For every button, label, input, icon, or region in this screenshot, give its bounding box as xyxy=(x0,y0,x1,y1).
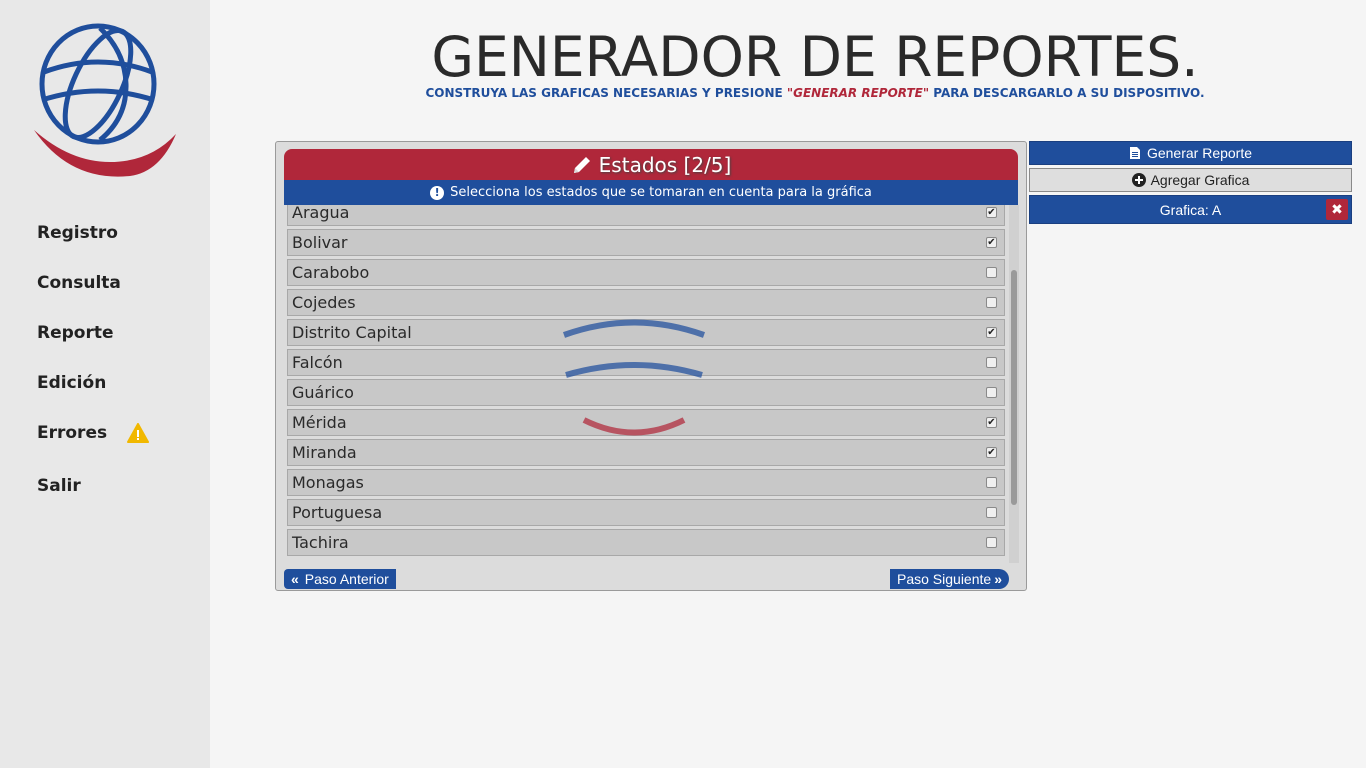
state-name: Tachira xyxy=(292,533,349,552)
state-checkbox[interactable]: ✔ xyxy=(986,417,997,428)
state-row[interactable]: Falcón xyxy=(287,349,1005,376)
close-icon: ✖ xyxy=(1331,201,1343,217)
state-name: Aragua xyxy=(292,205,350,222)
states-panel: Estados [2/5] ! Selecciona los estados q… xyxy=(275,141,1027,591)
plus-circle-icon xyxy=(1131,173,1146,187)
state-name: Mérida xyxy=(292,413,347,432)
add-chart-label: Agregar Grafica xyxy=(1150,172,1250,188)
chart-item[interactable]: Grafica: A ✖ xyxy=(1029,195,1352,224)
state-checkbox[interactable] xyxy=(986,387,997,398)
state-name: Carabobo xyxy=(292,263,370,282)
page-subtitle: CONSTRUYA LAS GRAFICAS NECESARIAS Y PRES… xyxy=(420,86,1210,100)
state-checkbox[interactable] xyxy=(986,477,997,488)
prev-step-button[interactable]: « Paso Anterior xyxy=(284,569,396,589)
states-list: Aragua ✔ Bolivar ✔ Carabobo Cojedes Distrito C… xyxy=(287,205,1005,559)
delete-chart-button[interactable]: ✖ xyxy=(1326,199,1348,220)
state-checkbox[interactable] xyxy=(986,507,997,518)
add-chart-button[interactable]: Agregar Grafica xyxy=(1029,168,1352,192)
generate-report-label: Generar Reporte xyxy=(1146,145,1253,161)
state-checkbox[interactable]: ✔ xyxy=(986,207,997,218)
warning-icon xyxy=(127,423,150,443)
subtitle-text: PARA DESCARGARLO A SU DISPOSITIVO. xyxy=(929,86,1205,100)
state-checkbox[interactable] xyxy=(986,357,997,368)
double-chevron-right-icon: » xyxy=(994,571,1002,587)
nav-label: Consulta xyxy=(37,273,121,293)
state-row[interactable]: Miranda ✔ xyxy=(287,439,1005,466)
list-scrollbar[interactable] xyxy=(1009,205,1019,563)
panel-title: Estados [2/5] xyxy=(598,152,732,177)
nav-registro[interactable]: Registro xyxy=(37,220,149,246)
state-name: Monagas xyxy=(292,473,364,492)
panel-info: ! Selecciona los estados que se tomaran … xyxy=(284,180,1018,205)
state-checkbox[interactable]: ✔ xyxy=(986,327,997,338)
state-row[interactable]: Tachira xyxy=(287,529,1005,556)
nav-reporte[interactable]: Reporte xyxy=(37,320,149,346)
state-name: Cojedes xyxy=(292,293,356,312)
subtitle-text: CONSTRUYA LAS GRAFICAS NECESARIAS Y PRES… xyxy=(425,86,787,100)
state-row[interactable]: Cojedes xyxy=(287,289,1005,316)
generate-report-button[interactable]: Generar Reporte xyxy=(1029,141,1352,165)
pencil-icon xyxy=(573,156,590,173)
state-checkbox[interactable] xyxy=(986,537,997,548)
nav-label: Edición xyxy=(37,373,107,393)
next-step-button[interactable]: Paso Siguiente » xyxy=(890,569,1009,589)
panel-info-text: Selecciona los estados que se tomaran en… xyxy=(450,185,872,200)
nav-label: Registro xyxy=(37,223,118,243)
state-name: Bolivar xyxy=(292,233,348,252)
nav-consulta[interactable]: Consulta xyxy=(37,270,149,296)
state-row[interactable]: Portuguesa xyxy=(287,499,1005,526)
state-row[interactable]: Distrito Capital ✔ xyxy=(287,319,1005,346)
exclamation-circle-icon: ! xyxy=(430,185,445,200)
double-chevron-left-icon: « xyxy=(291,571,299,587)
globe-logo-icon xyxy=(34,23,176,177)
state-name: Guárico xyxy=(292,383,354,402)
nav-label: Errores xyxy=(37,423,108,443)
state-row[interactable]: Carabobo xyxy=(287,259,1005,286)
state-name: Portuguesa xyxy=(292,503,383,522)
panel-header: Estados [2/5] xyxy=(284,149,1018,180)
state-checkbox[interactable]: ✔ xyxy=(986,447,997,458)
state-name: Falcón xyxy=(292,353,343,372)
prev-step-label: Paso Anterior xyxy=(304,571,389,587)
subtitle-emphasis: "GENERAR REPORTE" xyxy=(786,86,930,100)
state-checkbox[interactable] xyxy=(986,267,997,278)
chart-item-label: Grafica: A xyxy=(1159,201,1222,218)
state-name: Miranda xyxy=(292,443,357,462)
sidebar: Registro Consulta Reporte Edición Errore… xyxy=(0,0,210,768)
state-row[interactable]: Mérida ✔ xyxy=(287,409,1005,436)
state-row[interactable]: Guárico xyxy=(287,379,1005,406)
nav-errores[interactable]: Errores xyxy=(37,420,150,446)
next-step-label: Paso Siguiente xyxy=(897,571,992,587)
page-title: GENERADOR DE REPORTES. xyxy=(431,25,1199,89)
state-row[interactable]: Aragua ✔ xyxy=(287,205,1005,226)
nav-label: Reporte xyxy=(37,323,114,343)
nav-salir[interactable]: Salir xyxy=(37,473,149,499)
state-checkbox[interactable]: ✔ xyxy=(986,237,997,248)
file-icon xyxy=(1129,147,1140,159)
states-list-container[interactable]: Aragua ✔ Bolivar ✔ Carabobo Cojedes Distrito C… xyxy=(284,205,1018,563)
scrollbar-thumb[interactable] xyxy=(1011,270,1017,505)
state-checkbox[interactable] xyxy=(986,297,997,308)
state-row[interactable]: Monagas xyxy=(287,469,1005,496)
sidebar-nav: Registro Consulta Reporte Edición Errore… xyxy=(37,220,150,523)
state-name: Distrito Capital xyxy=(292,323,412,342)
nav-label: Salir xyxy=(37,476,81,496)
state-row[interactable]: Bolivar ✔ xyxy=(287,229,1005,256)
nav-edicion[interactable]: Edición xyxy=(37,370,149,396)
